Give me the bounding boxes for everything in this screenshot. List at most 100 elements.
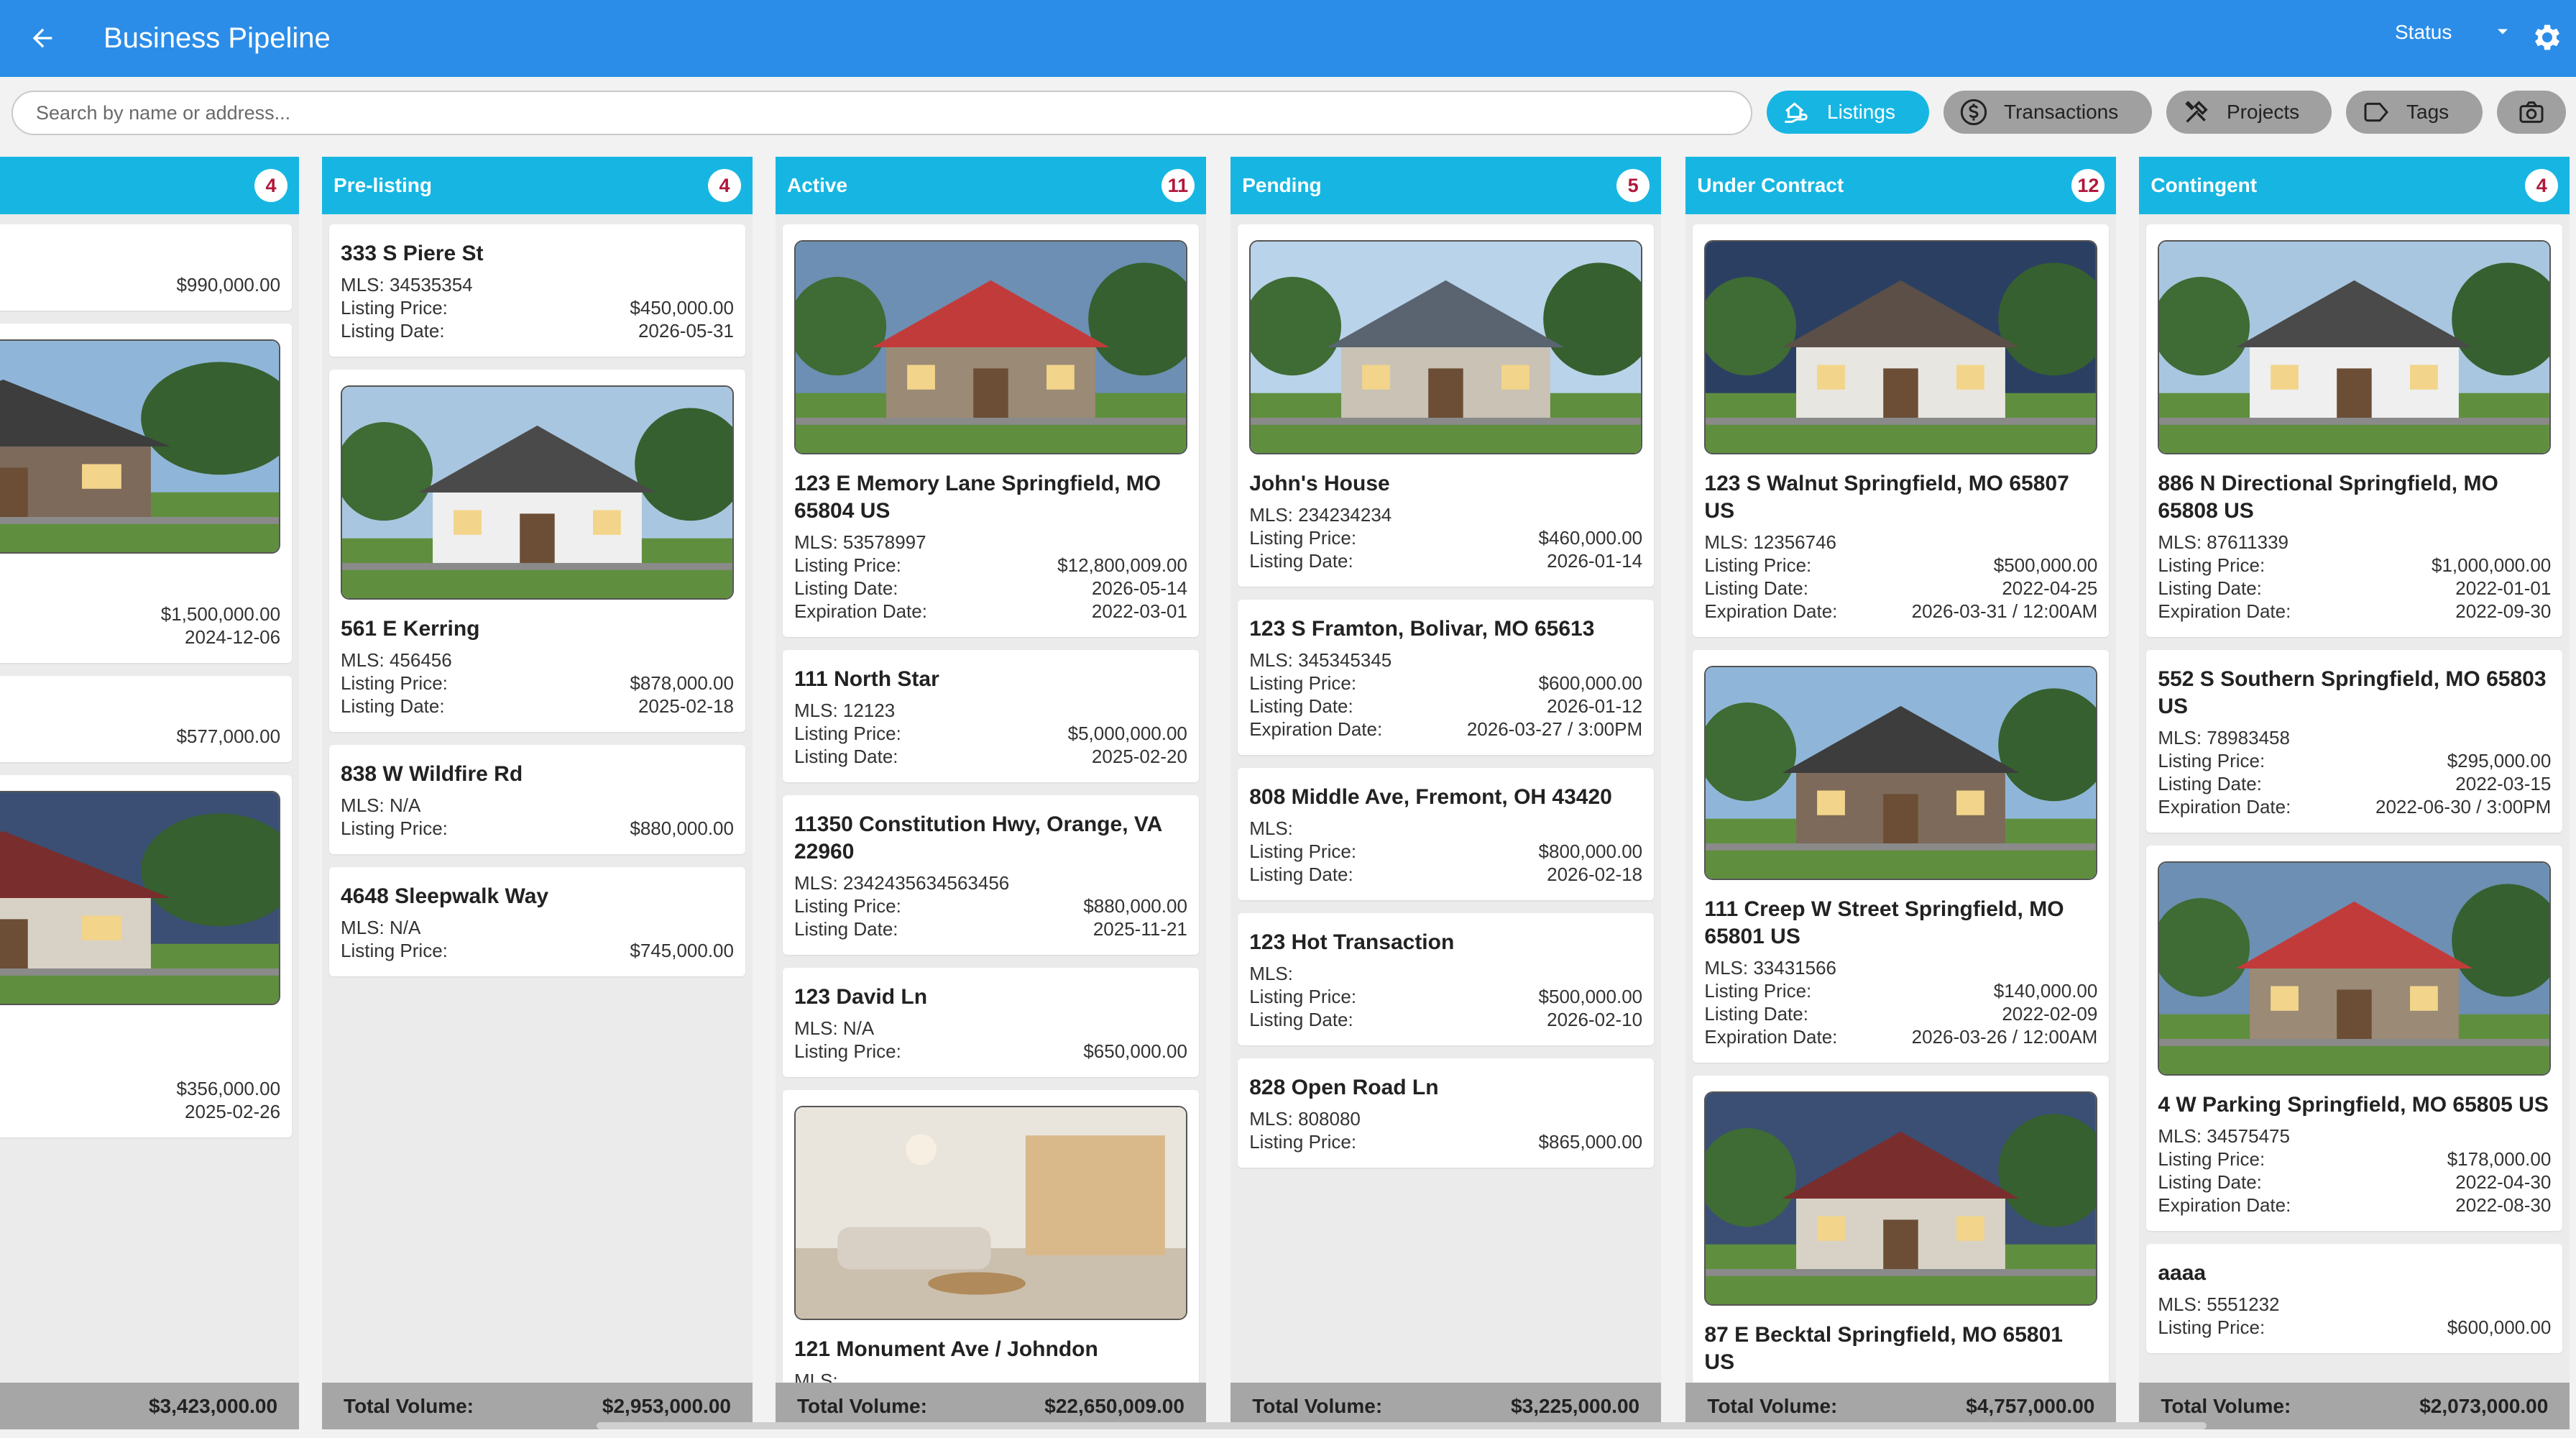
- column-header[interactable]: Under Contract 12: [1685, 157, 2117, 214]
- field-label: Listing Price:: [2158, 1316, 2266, 1338]
- status-dropdown[interactable]: Status: [2395, 20, 2452, 45]
- filter-chip-tags[interactable]: Tags: [2346, 91, 2483, 134]
- listing-field: MLS: 53578997: [794, 531, 1187, 554]
- field-label: Expiration Date:: [2158, 796, 2291, 818]
- field-value: 2026-05-31: [638, 320, 734, 342]
- camera-icon: [2516, 96, 2547, 128]
- back-button[interactable]: [22, 17, 63, 59]
- filter-chip-label: Projects: [2227, 101, 2300, 123]
- column-card-list[interactable]: John's House MLS: 234234234 Listing Price:…: [1230, 214, 1661, 1383]
- listing-card[interactable]: John's House MLS: 234234234 Listing Price:…: [1238, 224, 1655, 587]
- listing-card[interactable]: 121 Monument Ave / Johndon MLS:: [782, 1090, 1199, 1383]
- listing-card[interactable]: 11350 Constitution Hwy, Orange, VA 22960…: [782, 795, 1199, 955]
- field-label: Listing Date:: [794, 746, 898, 767]
- tag-icon: [2360, 96, 2392, 128]
- column-card-list[interactable]: 333 S Piere St MLS: 34535354 Listing Price…: [322, 214, 753, 1383]
- column-title: Pending: [1242, 174, 1322, 196]
- pipeline-column: 4 en Rd $990,000.00 er Rd $1,500,000.002024-…: [0, 157, 300, 1429]
- listing-card[interactable]: 111 Creep W Street Springfield, MO 65801…: [1693, 650, 2110, 1063]
- field-value: $865,000.00: [1538, 1131, 1643, 1153]
- field-label: Listing Price:: [794, 895, 901, 917]
- field-label: MLS: 2342435634563456: [794, 872, 1010, 894]
- column-card-list[interactable]: 123 S Walnut Springfield, MO 65807 US MLS…: [1685, 214, 2116, 1383]
- listing-field: MLS: 34575475: [2158, 1125, 2551, 1148]
- column-header[interactable]: 4: [0, 157, 300, 214]
- listing-card[interactable]: aaaa MLS: 5551232 Listing Price: $600,000.0…: [2146, 1244, 2563, 1353]
- field-label: Listing Price:: [2158, 554, 2266, 576]
- column-title: Under Contract: [1697, 174, 1844, 196]
- pipeline-column: Active 11 123 E Memory Lane Springfield, M…: [775, 157, 1206, 1429]
- listing-card[interactable]: 886 N Directional Springfield, MO 65808 …: [2146, 224, 2563, 637]
- pipeline-column: Contingent 4 886 N Directional Springfield…: [2139, 157, 2570, 1429]
- column-card-list[interactable]: en Rd $990,000.00 er Rd $1,500,000.002024-1…: [0, 214, 299, 1383]
- listing-card[interactable]: 4648 Sleepwalk Way MLS: N/A Listing Price:…: [329, 867, 745, 976]
- listing-card[interactable]: 123 S Walnut Springfield, MO 65807 US MLS…: [1693, 224, 2110, 637]
- listing-card[interactable]: 4 W Parking Springfield, MO 65805 US MLS:…: [2146, 846, 2563, 1231]
- page-title: Business Pipeline: [104, 22, 331, 54]
- column-card-list[interactable]: 886 N Directional Springfield, MO 65808 …: [2139, 214, 2570, 1383]
- listing-field: $990,000.00: [0, 273, 280, 296]
- search-placeholder: Search by name or address...: [36, 101, 291, 124]
- count-badge: 4: [2525, 169, 2559, 202]
- listing-card[interactable]: alley Rd $577,000.00: [0, 676, 293, 762]
- filter-chip-camera[interactable]: [2497, 91, 2566, 134]
- field-value: $295,000.00: [2447, 750, 2552, 771]
- field-label: Listing Date:: [1704, 1003, 1808, 1025]
- listing-field: Listing Date: 2026-05-31: [341, 319, 734, 342]
- listing-card[interactable]: roperty Lane 123123$356,000.002025-02-26: [0, 775, 293, 1137]
- listing-card[interactable]: 123 David Ln MLS: N/A Listing Price: $650,0…: [782, 968, 1199, 1077]
- house-photo: [1704, 240, 2098, 454]
- listing-card[interactable]: 808 Middle Ave, Fremont, OH 43420 MLS: Lis…: [1238, 768, 1655, 900]
- column-header[interactable]: Active 11: [775, 157, 1206, 214]
- column-header[interactable]: Pre-listing 4: [322, 157, 753, 214]
- field-value: $878,000.00: [630, 672, 734, 694]
- field-value: 2026-02-10: [1547, 1009, 1643, 1030]
- field-value: 2026-03-26 / 12:00AM: [1911, 1026, 2098, 1048]
- field-value: $178,000.00: [2447, 1148, 2552, 1170]
- field-label: Listing Date:: [341, 695, 445, 717]
- listing-card[interactable]: en Rd $990,000.00: [0, 224, 293, 311]
- filter-chip-listings[interactable]: Listings: [1767, 91, 1929, 134]
- column-header[interactable]: Contingent 4: [2139, 157, 2570, 214]
- total-label: Total Volume:: [344, 1394, 474, 1417]
- listing-card[interactable]: 111 North Star MLS: 12123 Listing Price: $5…: [782, 650, 1199, 782]
- listing-card[interactable]: 123 S Framton, Bolivar, MO 65613 MLS: 345…: [1238, 600, 1655, 755]
- listing-card[interactable]: 123 E Memory Lane Springfield, MO 65804 …: [782, 224, 1199, 637]
- listing-card[interactable]: 838 W Wildfire Rd MLS: N/A Listing Price: $…: [329, 745, 745, 854]
- listing-card[interactable]: 333 S Piere St MLS: 34535354 Listing Price…: [329, 224, 745, 357]
- field-label: MLS: 78983458: [2158, 727, 2290, 748]
- listing-card[interactable]: 87 E Becktal Springfield, MO 65801 USMLS…: [1693, 1076, 2110, 1383]
- field-label: Listing Date:: [2158, 773, 2262, 794]
- chevron-down-icon[interactable]: [2493, 22, 2513, 42]
- listing-field: MLS: 808080: [1249, 1107, 1642, 1130]
- listing-card[interactable]: 552 S Southern Springfield, MO 65803 US M…: [2146, 650, 2563, 833]
- search-input[interactable]: Search by name or address...: [12, 91, 1752, 135]
- field-value: 2022-02-09: [2002, 1003, 2098, 1025]
- column-card-list[interactable]: 123 E Memory Lane Springfield, MO 65804 …: [776, 214, 1206, 1383]
- listing-field: MLS: N/A: [794, 1017, 1187, 1040]
- listing-card[interactable]: 828 Open Road Ln MLS: 808080 Listing Price…: [1238, 1058, 1655, 1168]
- field-label: MLS: 12356746: [1704, 531, 1837, 553]
- listing-field: Listing Price: $600,000.00: [2158, 1316, 2551, 1339]
- settings-button[interactable]: [2529, 20, 2566, 58]
- field-label: Listing Date:: [1249, 695, 1353, 717]
- field-label: Listing Price:: [1704, 980, 1812, 1002]
- field-value: $990,000.00: [176, 274, 281, 296]
- listing-card[interactable]: er Rd $1,500,000.002024-12-06: [0, 324, 293, 663]
- listing-address: 111 Creep W Street Springfield, MO 65801…: [1704, 897, 2064, 948]
- field-value: $880,000.00: [1083, 895, 1187, 917]
- horizontal-scrollbar[interactable]: [597, 1422, 2207, 1429]
- filter-chip-transactions[interactable]: Transactions: [1944, 91, 2152, 134]
- field-label: Expiration Date:: [1704, 1026, 1838, 1048]
- field-label: MLS: 34535354: [341, 274, 473, 296]
- field-label: Listing Date:: [1249, 550, 1353, 572]
- column-header[interactable]: Pending 5: [1230, 157, 1662, 214]
- total-value: $2,073,000.00: [2419, 1394, 2549, 1417]
- field-value: $745,000.00: [630, 940, 734, 961]
- listing-card[interactable]: 123 Hot Transaction MLS: Listing Price: $50…: [1238, 913, 1655, 1045]
- filter-chip-projects[interactable]: Projects: [2166, 91, 2332, 134]
- field-label: Listing Price:: [341, 940, 448, 961]
- listing-card[interactable]: 561 E Kerring MLS: 456456 Listing Price: $8…: [329, 370, 745, 732]
- filter-chip-label: Listings: [1827, 101, 1895, 123]
- total-label: Total Volume:: [1252, 1394, 1383, 1417]
